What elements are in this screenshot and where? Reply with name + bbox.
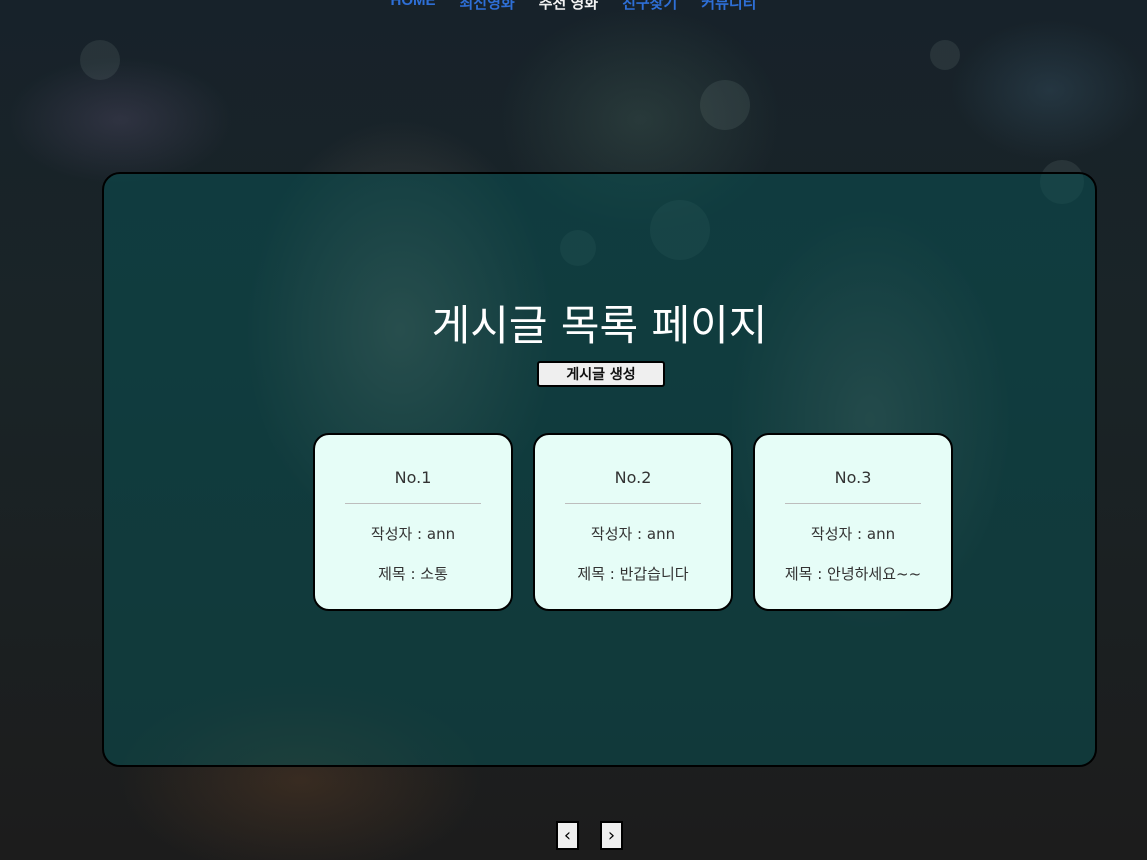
post-author: 작성자 : ann (370, 525, 456, 543)
nav-recommended-movies[interactable]: 추천 영화 (539, 0, 598, 13)
nav-latest-movies[interactable]: 최신영화 (460, 0, 515, 13)
top-navigation: HOME 최신영화 추천 영화 친구찾기 커뮤니티 (0, 0, 1147, 13)
background-bokeh (700, 80, 750, 130)
post-number: No.1 (394, 468, 432, 487)
page-title: 게시글 목록 페이지 (431, 301, 768, 350)
prev-page-button[interactable]: ‹ (556, 821, 579, 850)
post-number: No.2 (614, 468, 652, 487)
nav-find-friends[interactable]: 친구찾기 (622, 0, 677, 13)
create-post-button[interactable]: 게시글 생성 (537, 361, 665, 387)
post-card[interactable]: No.2 작성자 : ann 제목 : 반갑습니다 (533, 433, 733, 611)
post-number: No.3 (834, 468, 872, 487)
post-author: 작성자 : ann (590, 525, 676, 543)
post-title: 제목 : 소통 (378, 565, 448, 583)
background-bokeh (80, 40, 120, 80)
post-card[interactable]: No.1 작성자 : ann 제목 : 소통 (313, 433, 513, 611)
nav-community[interactable]: 커뮤니티 (701, 0, 756, 13)
nav-home[interactable]: HOME (391, 0, 436, 13)
post-title: 제목 : 안녕하세요~~ (784, 565, 922, 583)
post-card[interactable]: No.3 작성자 : ann 제목 : 안녕하세요~~ (753, 433, 953, 611)
background-bokeh (930, 40, 960, 70)
card-divider (565, 503, 701, 504)
card-divider (345, 503, 481, 504)
post-card-list: No.1 작성자 : ann 제목 : 소통 No.2 작성자 : ann 제목… (313, 433, 953, 611)
card-divider (785, 503, 921, 504)
post-title: 제목 : 반갑습니다 (577, 565, 689, 583)
post-list-panel: 게시글 목록 페이지 게시글 생성 No.1 작성자 : ann 제목 : 소통… (102, 172, 1097, 767)
pagination: ‹ › (556, 821, 623, 850)
post-author: 작성자 : ann (810, 525, 896, 543)
next-page-button[interactable]: › (600, 821, 623, 850)
